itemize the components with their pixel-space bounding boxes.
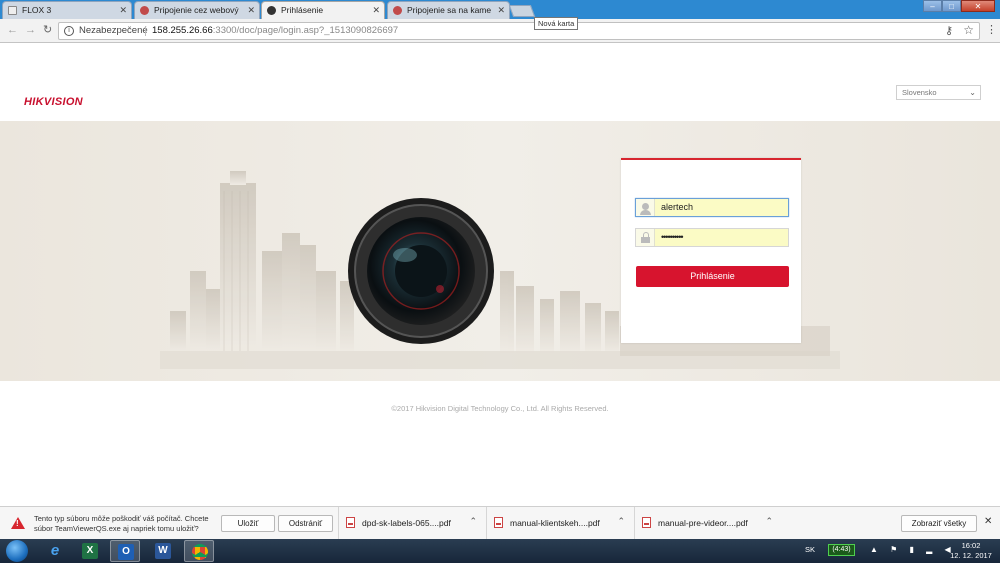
system-tray-icons[interactable]: ▲ ⚑ ▮ ▂ ◀ [870, 545, 956, 554]
clock-time: 16:02 [961, 541, 981, 550]
back-arrow-icon[interactable]: ← [7, 23, 18, 37]
tab-pripojenie-web[interactable]: Pripojenie cez webový prehliadač ✕ [134, 1, 260, 19]
chevron-down-icon: ⌄ [969, 88, 976, 97]
security-label[interactable]: Nezabezpečené [79, 23, 148, 39]
login-panel: alertech •••••••••• Prihlásenie [621, 158, 801, 343]
clock-date: 12. 12. 2017 [950, 551, 992, 560]
url-host: 158.255.26.66 [152, 25, 213, 36]
password-value: •••••••••• [661, 232, 683, 242]
close-icon[interactable]: ✕ [119, 2, 127, 19]
site-favicon-icon [140, 6, 149, 15]
excel-taskbar-button[interactable]: X [75, 540, 105, 562]
maximize-button[interactable]: □ [942, 0, 961, 12]
tab-prihlasenie[interactable]: Prihlásenie ✕ [261, 1, 385, 19]
password-field[interactable]: •••••••••• [635, 228, 789, 247]
internet-explorer-icon: e [50, 542, 60, 559]
download-shelf: ! Tento typ súboru môže poškodiť váš poč… [0, 506, 1000, 540]
user-icon [636, 199, 655, 216]
language-select[interactable]: Slovensko ⌄ [896, 85, 981, 100]
show-all-downloads-button[interactable]: Zobraziť všetky [901, 515, 977, 532]
tab-title: FLOX 3 [22, 5, 52, 15]
word-taskbar-button[interactable]: W [148, 540, 178, 562]
outlook-icon: O [118, 544, 134, 560]
site-favicon-icon [393, 6, 402, 15]
tab-title: Pripojenie sa na kameru [407, 5, 491, 15]
close-icon[interactable]: ✕ [247, 2, 255, 19]
address-bar[interactable]: i Nezabezpečené 158.255.26.66:3300/doc/p… [58, 22, 980, 40]
tab-title: Prihlásenie [281, 5, 324, 15]
download-warning-text: Tento typ súboru môže poškodiť váš počít… [34, 514, 209, 533]
excel-icon: X [82, 543, 98, 559]
camera-favicon-icon [267, 6, 276, 15]
web-page: HIKVISION Slovensko ⌄ alertech •••••••••… [0, 44, 1000, 506]
url-path: :3300/doc/page/login.asp?_1513090826697 [212, 25, 399, 36]
key-icon[interactable]: ⚷ [945, 23, 953, 39]
browser-tab-strip: FLOX 3 ✕ Pripojenie cez webový prehliada… [0, 0, 1000, 19]
download-filename: manual-pre-videor....pdf [658, 518, 748, 528]
windows-taskbar: e X O W SK (4:43) ▲ ⚑ ▮ ▂ ◀ 16:02 12. 12… [0, 539, 1000, 563]
warning-mark: ! [16, 519, 19, 528]
chevron-up-icon[interactable]: ⌃ [765, 516, 773, 527]
info-icon[interactable]: i [64, 26, 74, 36]
chrome-taskbar-button[interactable] [184, 540, 214, 562]
menu-icon[interactable]: ⋮ [986, 24, 997, 36]
pdf-file-icon [642, 517, 651, 528]
download-item[interactable]: manual-klientskeh....pdf ⌃ [486, 507, 634, 540]
city-camera-illustration [160, 171, 840, 369]
discard-button[interactable]: Odstrániť [278, 515, 333, 532]
pdf-file-icon [346, 517, 355, 528]
download-item[interactable]: dpd-sk-labels-065....pdf ⌃ [338, 507, 486, 540]
close-icon[interactable]: ✕ [984, 516, 992, 527]
tab-title: Pripojenie cez webový prehliadač [154, 5, 241, 15]
tab-flox[interactable]: FLOX 3 ✕ [2, 1, 132, 19]
hero-banner [0, 121, 1000, 381]
close-icon[interactable]: ✕ [497, 2, 505, 19]
login-button[interactable]: Prihlásenie [636, 266, 789, 287]
close-icon[interactable]: ✕ [372, 2, 380, 19]
close-window-button[interactable]: ✕ [961, 0, 995, 12]
chevron-up-icon[interactable]: ⌃ [617, 516, 625, 527]
new-tab-button[interactable] [508, 5, 536, 17]
outlook-taskbar-button[interactable]: O [110, 540, 140, 562]
chrome-icon [192, 544, 208, 560]
username-field[interactable]: alertech [635, 198, 789, 217]
lock-icon [636, 229, 655, 246]
username-value: alertech [661, 202, 694, 212]
language-value: Slovensko [902, 88, 937, 97]
browser-toolbar: ← → ↻ i Nezabezpečené 158.255.26.66:3300… [0, 19, 1000, 43]
document-icon [8, 6, 17, 15]
word-icon: W [155, 543, 171, 559]
tab-pripojenie-kamera[interactable]: Pripojenie sa na kameru ✕ [387, 1, 510, 19]
keyboard-language[interactable]: SK [805, 545, 815, 554]
download-filename: manual-klientskeh....pdf [510, 518, 600, 528]
forward-arrow-icon[interactable]: → [25, 23, 36, 37]
system-clock[interactable]: 16:02 12. 12. 2017 [944, 541, 998, 561]
download-filename: dpd-sk-labels-065....pdf [362, 518, 451, 528]
download-item[interactable]: manual-pre-videor....pdf ⌃ [634, 507, 782, 540]
chevron-up-icon[interactable]: ⌃ [469, 516, 477, 527]
reload-icon[interactable]: ↻ [43, 23, 52, 37]
save-button[interactable]: Uložiť [221, 515, 275, 532]
divider [145, 26, 146, 36]
minimize-button[interactable]: – [923, 0, 942, 12]
battery-indicator[interactable]: (4:43) [828, 544, 855, 556]
internet-explorer-taskbar-button[interactable]: e [40, 540, 70, 562]
star-icon[interactable]: ☆ [963, 22, 974, 38]
hikvision-logo: HIKVISION [24, 96, 83, 108]
window-controls: – □ ✕ [923, 0, 995, 12]
copyright-text: ©2017 Hikvision Digital Technology Co., … [391, 404, 609, 413]
url-text[interactable]: 158.255.26.66:3300/doc/page/login.asp?_1… [152, 23, 398, 39]
new-tab-tooltip: Nová karta [534, 17, 579, 30]
start-button[interactable] [6, 540, 28, 562]
pdf-file-icon [494, 517, 503, 528]
